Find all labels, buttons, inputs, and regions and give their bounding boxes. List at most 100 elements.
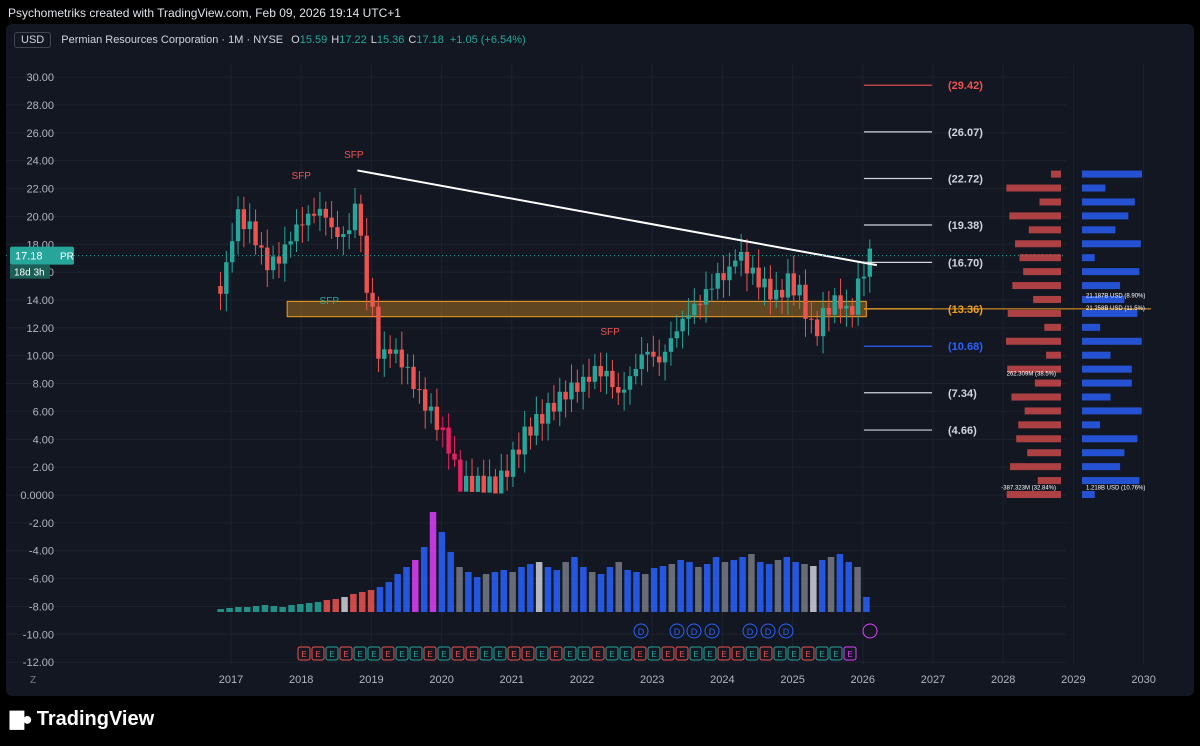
candle-body (797, 284, 802, 296)
candle-body (604, 370, 609, 377)
candle-body (364, 235, 369, 293)
profile-bar-right (1082, 491, 1095, 498)
volume-bar (686, 562, 693, 613)
volume-bar (332, 599, 339, 613)
earnings-marker: E (353, 646, 367, 661)
candle-body (756, 267, 761, 288)
volume-bar (642, 574, 649, 613)
sfp-label: SFP (600, 327, 620, 338)
earnings-letter: E (847, 650, 852, 659)
profile-bar-right (1082, 226, 1116, 234)
earnings-letter: E (343, 650, 348, 659)
profile-bar-right (1082, 268, 1140, 276)
dividend-marker: D (669, 623, 685, 639)
earnings-marker: E (703, 646, 717, 661)
candle-body (633, 369, 639, 377)
volume-bar (288, 605, 295, 613)
profile-bar-right (1082, 198, 1135, 206)
volume-bar (597, 574, 605, 613)
earnings-marker: E (661, 646, 675, 661)
candle-body (855, 278, 861, 315)
currency-button[interactable]: USD (14, 32, 52, 48)
y-tick-label: 26.00 (26, 128, 54, 140)
profile-bar-right (1082, 379, 1132, 387)
volume-bar (226, 608, 233, 613)
candle-body (352, 203, 358, 231)
dividend-letter: D (638, 627, 645, 637)
open-label: O (291, 34, 300, 46)
y-tick-label: -2.00 (29, 518, 54, 530)
profile-right-label: 21.187B USD (8.90%) (1086, 293, 1145, 299)
volume-bar (748, 554, 755, 613)
candle-body (545, 402, 551, 424)
candle-body (586, 376, 592, 382)
x-tick-label: 2030 (1131, 674, 1155, 686)
earnings-letter: E (553, 650, 558, 659)
earnings-marker: E (311, 646, 325, 661)
candle-body (358, 203, 364, 236)
volume-bar (845, 562, 852, 613)
earnings-marker: E (591, 646, 605, 661)
candle-body (241, 209, 247, 230)
candle-body (458, 459, 463, 492)
candle-body (791, 273, 796, 296)
earnings-letter: E (357, 650, 362, 659)
volume-bar (297, 604, 304, 613)
volume-bar (624, 570, 631, 613)
candle-body (487, 476, 492, 493)
candle-body (493, 476, 498, 494)
tradingview-logo[interactable]: ▇● TradingView (10, 708, 154, 731)
volume-bar (739, 557, 746, 613)
profile-bar-right (1082, 184, 1106, 192)
earnings-marker: E (381, 646, 395, 661)
volume-bar (863, 597, 870, 613)
candle-body (399, 349, 405, 368)
candle-body (692, 303, 697, 316)
candle-body (306, 213, 311, 226)
volume-bar (217, 609, 224, 613)
earnings-marker: E (605, 646, 619, 661)
volume-bar (721, 562, 729, 613)
y-tick-label: 24.00 (26, 156, 54, 168)
earnings-marker: E (745, 646, 759, 661)
candle-body (235, 209, 241, 242)
candle-body (300, 224, 305, 226)
fib-label: (19.38) (948, 220, 983, 232)
earnings-marker: E (843, 646, 857, 661)
candle-body (370, 292, 375, 307)
y-tick-label: 2.00 (33, 462, 54, 474)
volume-bar (465, 572, 472, 613)
volume-bar (447, 552, 454, 613)
earnings-letter: E (665, 650, 670, 659)
earnings-letter: E (427, 650, 432, 659)
x-tick-label: 2028 (991, 674, 1015, 686)
candle-body (721, 273, 726, 281)
chart-canvas[interactable]: (29.42) (26.07) (22.72) (19.38) (16.70) (13.3… (6, 24, 1194, 696)
dividend-marker: D (686, 623, 702, 639)
y-tick-label: 0.0000 (20, 490, 54, 502)
split-icon (862, 623, 878, 639)
candle-body (750, 267, 756, 274)
candle-body (861, 276, 867, 279)
candle-body (218, 286, 223, 294)
candle-body (224, 262, 229, 294)
high-label: H (331, 34, 340, 46)
volume-bar (270, 606, 278, 613)
earnings-letter: E (721, 650, 726, 659)
volume-series (217, 512, 870, 613)
symbol-title[interactable]: Permian Resources Corporation · 1M · NYS… (61, 34, 283, 46)
sfp-label: SFP (291, 171, 311, 182)
profile-bar-left (1006, 491, 1061, 498)
volume-bar (341, 597, 348, 613)
earnings-letter: E (819, 650, 824, 659)
earnings-letter: E (497, 650, 502, 659)
x-tick-label: 2017 (219, 674, 243, 686)
chart-panel[interactable]: (29.42) (26.07) (22.72) (19.38) (16.70) (13.3… (6, 24, 1194, 696)
earnings-letter: E (609, 650, 614, 659)
candle-body (580, 376, 586, 392)
earnings-marker: E (465, 646, 479, 661)
profile-bar-right (1082, 449, 1125, 457)
earnings-letter: E (679, 650, 684, 659)
candle-body (282, 244, 288, 264)
fib-label: (16.70) (948, 257, 983, 269)
